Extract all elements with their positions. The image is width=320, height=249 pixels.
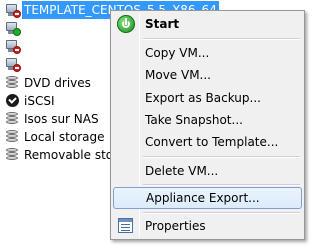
tree-item-label: iSCSI	[24, 94, 55, 108]
vm-stopped-icon	[4, 37, 22, 55]
tree-item-storage-iscsi[interactable]: iSCSI	[4, 92, 57, 110]
menu-separator	[143, 156, 300, 158]
menu-item-export-backup[interactable]: Export as Backup...	[113, 87, 302, 109]
tree-item-label: DVD drives	[24, 76, 91, 90]
iscsi-icon	[4, 92, 22, 110]
start-icon	[117, 15, 135, 33]
tree-item-storage-dvd[interactable]: DVD drives	[4, 74, 93, 92]
properties-icon	[118, 218, 133, 233]
disk-icon	[4, 110, 22, 128]
disk-icon	[4, 146, 22, 164]
menu-separator	[143, 212, 300, 214]
menu-item-properties[interactable]: Properties	[113, 215, 302, 237]
vm-stopped-icon	[4, 55, 22, 73]
context-menu: Start Copy VM... Move VM... Export as Ba…	[110, 10, 305, 240]
menu-item-copy-vm[interactable]: Copy VM...	[113, 42, 302, 64]
menu-separator	[143, 38, 300, 40]
menu-item-start[interactable]: Start	[113, 13, 302, 35]
menu-item-delete-vm[interactable]: Delete VM...	[113, 160, 302, 182]
tree-item-storage-local[interactable]: Local storage	[4, 128, 107, 146]
menu-item-label: Move VM...	[145, 68, 211, 82]
tree-item-storage-isos[interactable]: Isos sur NAS	[4, 110, 101, 128]
disk-icon	[4, 128, 22, 146]
menu-item-label: Export as Backup...	[145, 91, 261, 105]
vm-running-icon	[4, 19, 22, 37]
tree-item-vm[interactable]	[4, 19, 22, 37]
menu-item-appliance-export[interactable]: Appliance Export...	[113, 187, 302, 209]
disk-icon	[4, 74, 22, 92]
tree-item-label: Isos sur NAS	[24, 112, 99, 126]
tree-item-vm[interactable]	[4, 37, 22, 55]
menu-item-label: Convert to Template...	[145, 135, 279, 149]
menu-item-convert-template[interactable]: Convert to Template...	[113, 131, 302, 153]
menu-item-move-vm[interactable]: Move VM...	[113, 64, 302, 86]
tree-item-storage-removable[interactable]: Removable stora	[4, 146, 127, 164]
vm-stopped-icon	[4, 1, 22, 19]
menu-item-label: Take Snapshot...	[145, 113, 243, 127]
menu-item-take-snapshot[interactable]: Take Snapshot...	[113, 109, 302, 131]
menu-item-label: Properties	[145, 219, 206, 233]
menu-item-label: Appliance Export...	[146, 191, 260, 205]
menu-item-label: Copy VM...	[145, 46, 210, 60]
tree-item-vm[interactable]	[4, 55, 22, 73]
menu-item-label: Start	[145, 17, 180, 31]
tree-item-label: Local storage	[24, 130, 105, 144]
menu-separator	[143, 184, 300, 186]
menu-item-label: Delete VM...	[145, 164, 219, 178]
